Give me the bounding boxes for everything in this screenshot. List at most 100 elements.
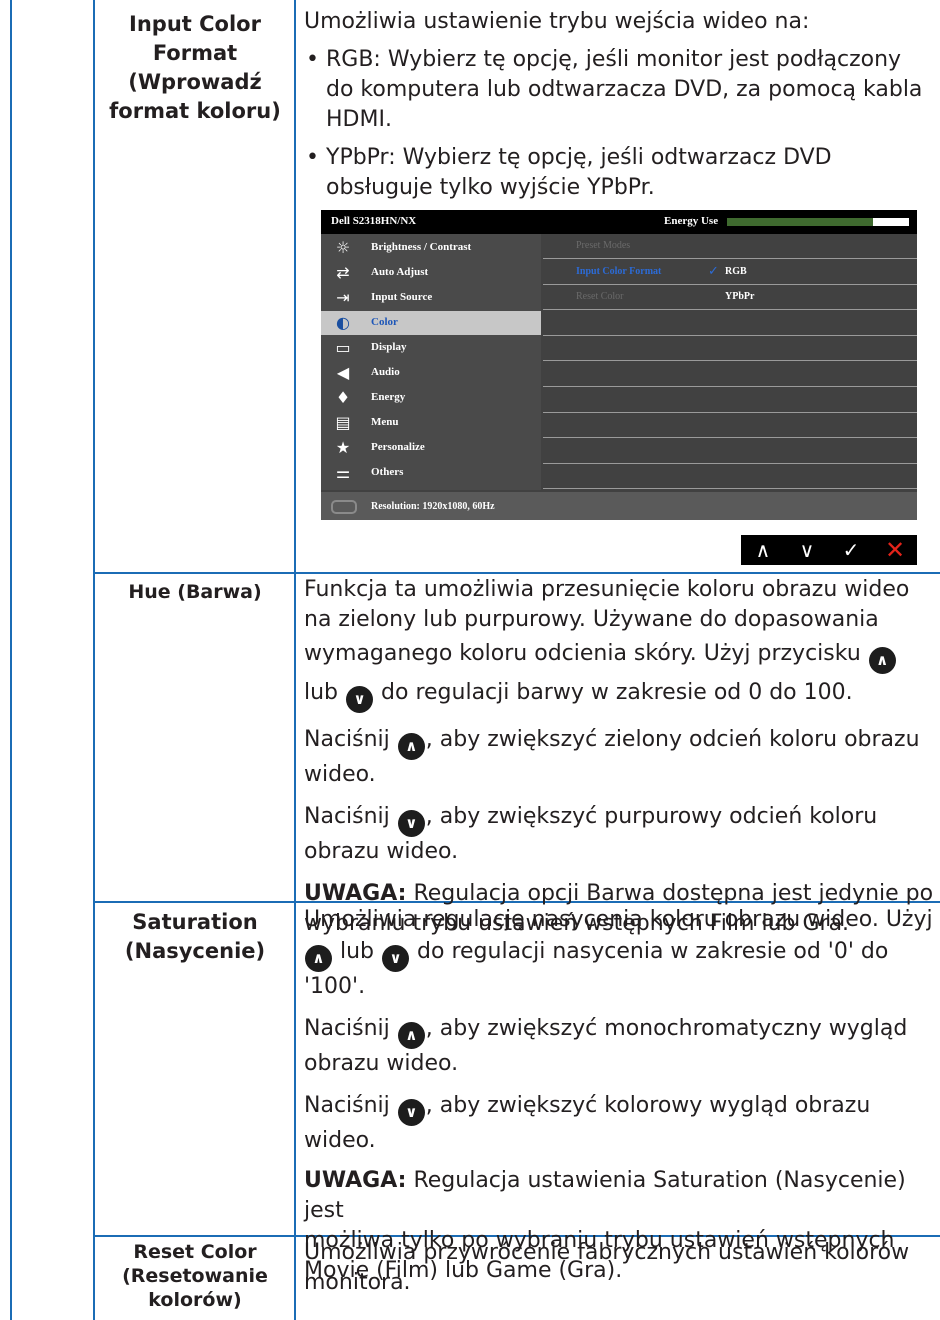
osd-menu-label: Others — [371, 466, 404, 478]
osd-menu-label: Color — [371, 316, 398, 328]
osd-menu-label: Auto Adjust — [371, 266, 429, 278]
desc-line: Funkcja ta umożliwia przesunięcie koloru… — [304, 577, 910, 602]
desc-line: Naciśnij , aby zwiększyć purpurowy odcie… — [304, 802, 934, 837]
note-label: UWAGA: — [304, 881, 407, 906]
row-desc-saturation: Umożliwia regulację nasycenia koloru obr… — [304, 905, 934, 1286]
osd-nav-buttons: ∧ ∨ ✓ ✕ — [741, 535, 917, 565]
label-line: (Wprowadź — [128, 70, 262, 94]
close-icon[interactable]: ✕ — [873, 535, 917, 565]
osd-submenu-item-preset-modes[interactable]: Preset Modes — [543, 234, 917, 259]
label-line: (Resetowanie — [122, 1265, 268, 1287]
desc-text: Naciśnij — [304, 804, 390, 829]
osd-submenu-empty-row — [543, 464, 917, 490]
osd-title-bar: Dell S2318HN/NX Energy Use — [321, 210, 917, 234]
desc-text: Naciśnij — [304, 1016, 390, 1041]
desc-line: Naciśnij , aby zwiększyć monochromatyczn… — [304, 1014, 934, 1049]
menu-icon: ▤ — [335, 413, 351, 432]
osd-submenu-empty-row — [543, 388, 917, 413]
desc-line: Umożliwia przywrócenie fabrycznych ustaw… — [304, 1240, 910, 1265]
desc-text: , aby zwiększyć monochromatyczny wygląd — [425, 1016, 908, 1041]
desc-text: Naciśnij — [304, 727, 390, 752]
energy-use-fill — [727, 218, 873, 226]
osd-main-menu: ☼ Brightness / Contrast ⇄ Auto Adjust ⇥ Input… — [321, 234, 541, 490]
up-button-icon — [305, 945, 332, 972]
desc-text: lub — [304, 680, 339, 705]
osd-menu-label: Display — [371, 341, 407, 353]
down-button-icon — [382, 945, 410, 972]
osd-submenu-item-reset-color[interactable]: Reset Color YPbPr — [543, 285, 917, 311]
desc-line: Umożliwia regulację nasycenia koloru obr… — [304, 907, 933, 932]
osd-menu-label: Input Source — [371, 291, 433, 303]
up-button-icon — [868, 647, 896, 674]
osd-menu-item-display[interactable]: ▭ Display — [321, 336, 541, 360]
osd-submenu-empty-row — [543, 311, 917, 336]
osd-menu-item-input-source[interactable]: ⇥ Input Source — [321, 286, 541, 310]
osd-menu-item-auto-adjust[interactable]: ⇄ Auto Adjust — [321, 261, 541, 285]
label-line: format koloru) — [109, 99, 281, 123]
osd-menu-label: Personalize — [371, 441, 425, 453]
osd-submenu-item-input-color-format[interactable]: Input Color Format ✓ RGB — [543, 260, 917, 285]
osd-menu-item-others[interactable]: ⚌ Others — [321, 461, 541, 485]
osd-menu-item-personalize[interactable]: ★ Personalize — [321, 436, 541, 460]
desc-text: Regulacja opcji Barwa dostępna jest jedy… — [406, 881, 934, 906]
vga-connector-icon — [331, 500, 357, 514]
osd-menu-item-energy[interactable]: ♦ Energy — [321, 386, 541, 410]
osd-menu-screenshot: Dell S2318HN/NX Energy Use ☼ Brightness /… — [321, 210, 917, 520]
label-line: Reset Color — [133, 1241, 257, 1263]
table-left-border — [10, 0, 12, 1320]
osd-submenu-empty-row — [543, 413, 917, 439]
energy-use-bar — [727, 218, 909, 226]
desc-line: Naciśnij , aby zwiększyć zielony odcień … — [304, 725, 934, 760]
desc-text: do regulacji barwy w zakresie od 0 do 10… — [381, 680, 853, 705]
auto-adjust-icon: ⇄ — [336, 263, 350, 282]
display-icon: ▭ — [335, 338, 351, 357]
desc-line: lub do regulacji nasycenia w zakresie od… — [304, 937, 934, 972]
osd-menu-item-color[interactable]: ◐ Color — [321, 311, 541, 335]
desc-line: obrazu wideo. — [304, 1051, 459, 1076]
checkmark-icon: ✓ — [708, 263, 719, 279]
down-button-icon — [346, 686, 374, 713]
row-label-hue: Hue (Barwa) — [98, 578, 292, 607]
bullet-line: do komputera lub odtwarzacza DVD, za pom… — [326, 77, 923, 102]
desc-line: wideo. — [304, 1128, 376, 1153]
osd-option-value[interactable]: YPbPr — [725, 291, 754, 302]
desc-line: na zielony lub purpurowy. Używane do dop… — [304, 607, 879, 632]
desc-text: , aby zwiększyć purpurowy odcień koloru — [425, 804, 878, 829]
osd-energy-label: Energy Use — [664, 215, 719, 227]
label-line: Format — [152, 41, 238, 65]
osd-submenu-label: Preset Modes — [576, 240, 631, 251]
desc-text: , aby zwiększyć kolorowy wygląd obrazu — [425, 1093, 871, 1118]
osd-submenu-empty-row — [543, 362, 917, 387]
osd-submenu-label: Reset Color — [576, 291, 624, 303]
osd-option-value[interactable]: RGB — [725, 266, 747, 277]
down-button-icon — [397, 810, 425, 837]
up-icon[interactable]: ∧ — [741, 535, 785, 565]
desc-line: obrazu wideo. — [304, 839, 459, 864]
osd-menu-label: Audio — [371, 366, 400, 378]
osd-menu-item-audio[interactable]: ◀ Audio — [321, 361, 541, 385]
osd-submenu-empty-row — [543, 336, 917, 362]
note: UWAGA: Regulacja ustawienia Saturation (… — [304, 1166, 934, 1226]
table-col-border-2 — [294, 0, 296, 1320]
osd-menu-item-menu[interactable]: ▤ Menu — [321, 411, 541, 435]
desc-text: do regulacji nasycenia w zakresie od '0'… — [417, 939, 889, 964]
desc-line: '100'. — [304, 974, 366, 999]
desc-line: monitora. — [304, 1270, 411, 1295]
bullet-line: HDMI. — [326, 107, 392, 132]
bullet-line: YPbPr: Wybierz tę opcję, jeśli odtwarzac… — [326, 145, 832, 170]
osd-menu-label: Energy — [371, 391, 406, 403]
label-line: Input Color — [129, 12, 261, 36]
color-icon: ◐ — [336, 313, 350, 332]
desc-line: Naciśnij , aby zwiększyć kolorowy wygląd… — [304, 1091, 934, 1126]
osd-model-name: Dell S2318HN/NX — [331, 215, 417, 227]
down-button-icon — [397, 1099, 425, 1126]
label-line: (Nasycenie) — [124, 939, 266, 963]
row-desc-input-color-format: Umożliwia ustawienie trybu wejścia wideo… — [304, 7, 934, 203]
table-col-border-1 — [93, 0, 95, 1320]
energy-icon: ♦ — [335, 388, 351, 407]
check-icon[interactable]: ✓ — [829, 535, 873, 565]
label-line: Hue (Barwa) — [128, 581, 262, 603]
down-icon[interactable]: ∨ — [785, 535, 829, 565]
osd-menu-item-brightness-contrast[interactable]: ☼ Brightness / Contrast — [321, 236, 541, 260]
row-label-saturation: Saturation (Nasycenie) — [98, 908, 292, 966]
